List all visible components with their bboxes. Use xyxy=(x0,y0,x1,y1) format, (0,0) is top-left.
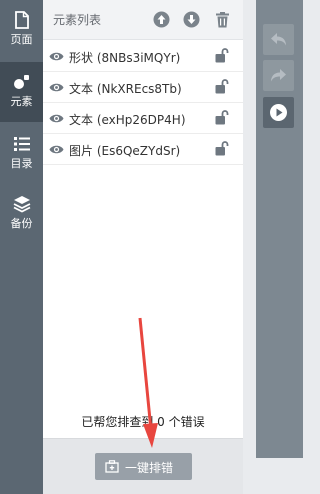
element-panel: 元素列表 形状 (8NBs3iMQYr) 文本 (NkXREcs8Tb) 文本 … xyxy=(43,0,243,494)
tool-strip xyxy=(256,0,303,494)
list-icon xyxy=(13,137,30,151)
eye-icon[interactable] xyxy=(49,143,64,156)
redo-button[interactable] xyxy=(263,60,294,91)
error-count-message: 已帮您排查到 0 个错误 xyxy=(81,415,205,429)
elements-icon xyxy=(13,75,29,89)
element-name: 形状 (8NBs3iMQYr) xyxy=(69,51,181,65)
redo-icon xyxy=(271,69,286,82)
element-name: 文本 (NkXREcs8Tb) xyxy=(69,82,182,96)
unlock-icon[interactable] xyxy=(215,48,229,63)
unlock-icon[interactable] xyxy=(215,79,229,94)
eye-icon[interactable] xyxy=(49,50,64,63)
list-item[interactable]: 图片 (Es6QeZYdSr) xyxy=(43,134,243,165)
list-item[interactable]: 形状 (8NBs3iMQYr) xyxy=(43,41,243,72)
trash-icon[interactable] xyxy=(214,11,231,28)
move-up-icon[interactable] xyxy=(153,11,170,28)
nav-item-backup[interactable]: 备份 xyxy=(0,184,43,244)
nav-label-page: 页面 xyxy=(10,33,33,46)
one-click-fix-button[interactable]: 一键排错 xyxy=(95,453,192,480)
panel-footer: 一键排错 xyxy=(43,438,243,494)
tool-strip-bottom xyxy=(256,458,303,494)
eye-icon[interactable] xyxy=(49,112,64,125)
list-item[interactable]: 文本 (exHp26DP4H) xyxy=(43,103,243,134)
undo-button[interactable] xyxy=(263,24,294,55)
page-icon xyxy=(14,11,29,29)
layers-icon xyxy=(13,196,30,213)
nav-label-elements: 元素 xyxy=(10,95,33,108)
unlock-icon[interactable] xyxy=(215,141,229,156)
element-list: 形状 (8NBs3iMQYr) 文本 (NkXREcs8Tb) 文本 (exHp xyxy=(43,41,243,165)
undo-icon xyxy=(271,33,286,46)
preview-button[interactable] xyxy=(263,97,294,128)
list-item[interactable]: 文本 (NkXREcs8Tb) xyxy=(43,72,243,103)
fix-button-label: 一键排错 xyxy=(125,461,174,475)
nav-item-page[interactable]: 页面 xyxy=(0,0,43,60)
nav-item-elements[interactable]: 元素 xyxy=(0,62,43,122)
element-name: 文本 (exHp26DP4H) xyxy=(69,113,186,127)
nav-label-catalog: 目录 xyxy=(10,157,33,170)
panel-divider xyxy=(243,0,256,494)
element-name: 图片 (Es6QeZYdSr) xyxy=(69,144,181,158)
nav-item-catalog[interactable]: 目录 xyxy=(0,124,43,184)
play-icon xyxy=(270,104,287,121)
nav-label-backup: 备份 xyxy=(10,217,33,230)
unlock-icon[interactable] xyxy=(215,110,229,125)
fix-icon xyxy=(105,460,119,473)
panel-header: 元素列表 xyxy=(43,0,243,40)
eye-icon[interactable] xyxy=(49,81,64,94)
panel-title: 元素列表 xyxy=(53,13,102,27)
left-nav: 页面 元素 目录 备份 xyxy=(0,0,43,494)
move-down-icon[interactable] xyxy=(183,11,200,28)
